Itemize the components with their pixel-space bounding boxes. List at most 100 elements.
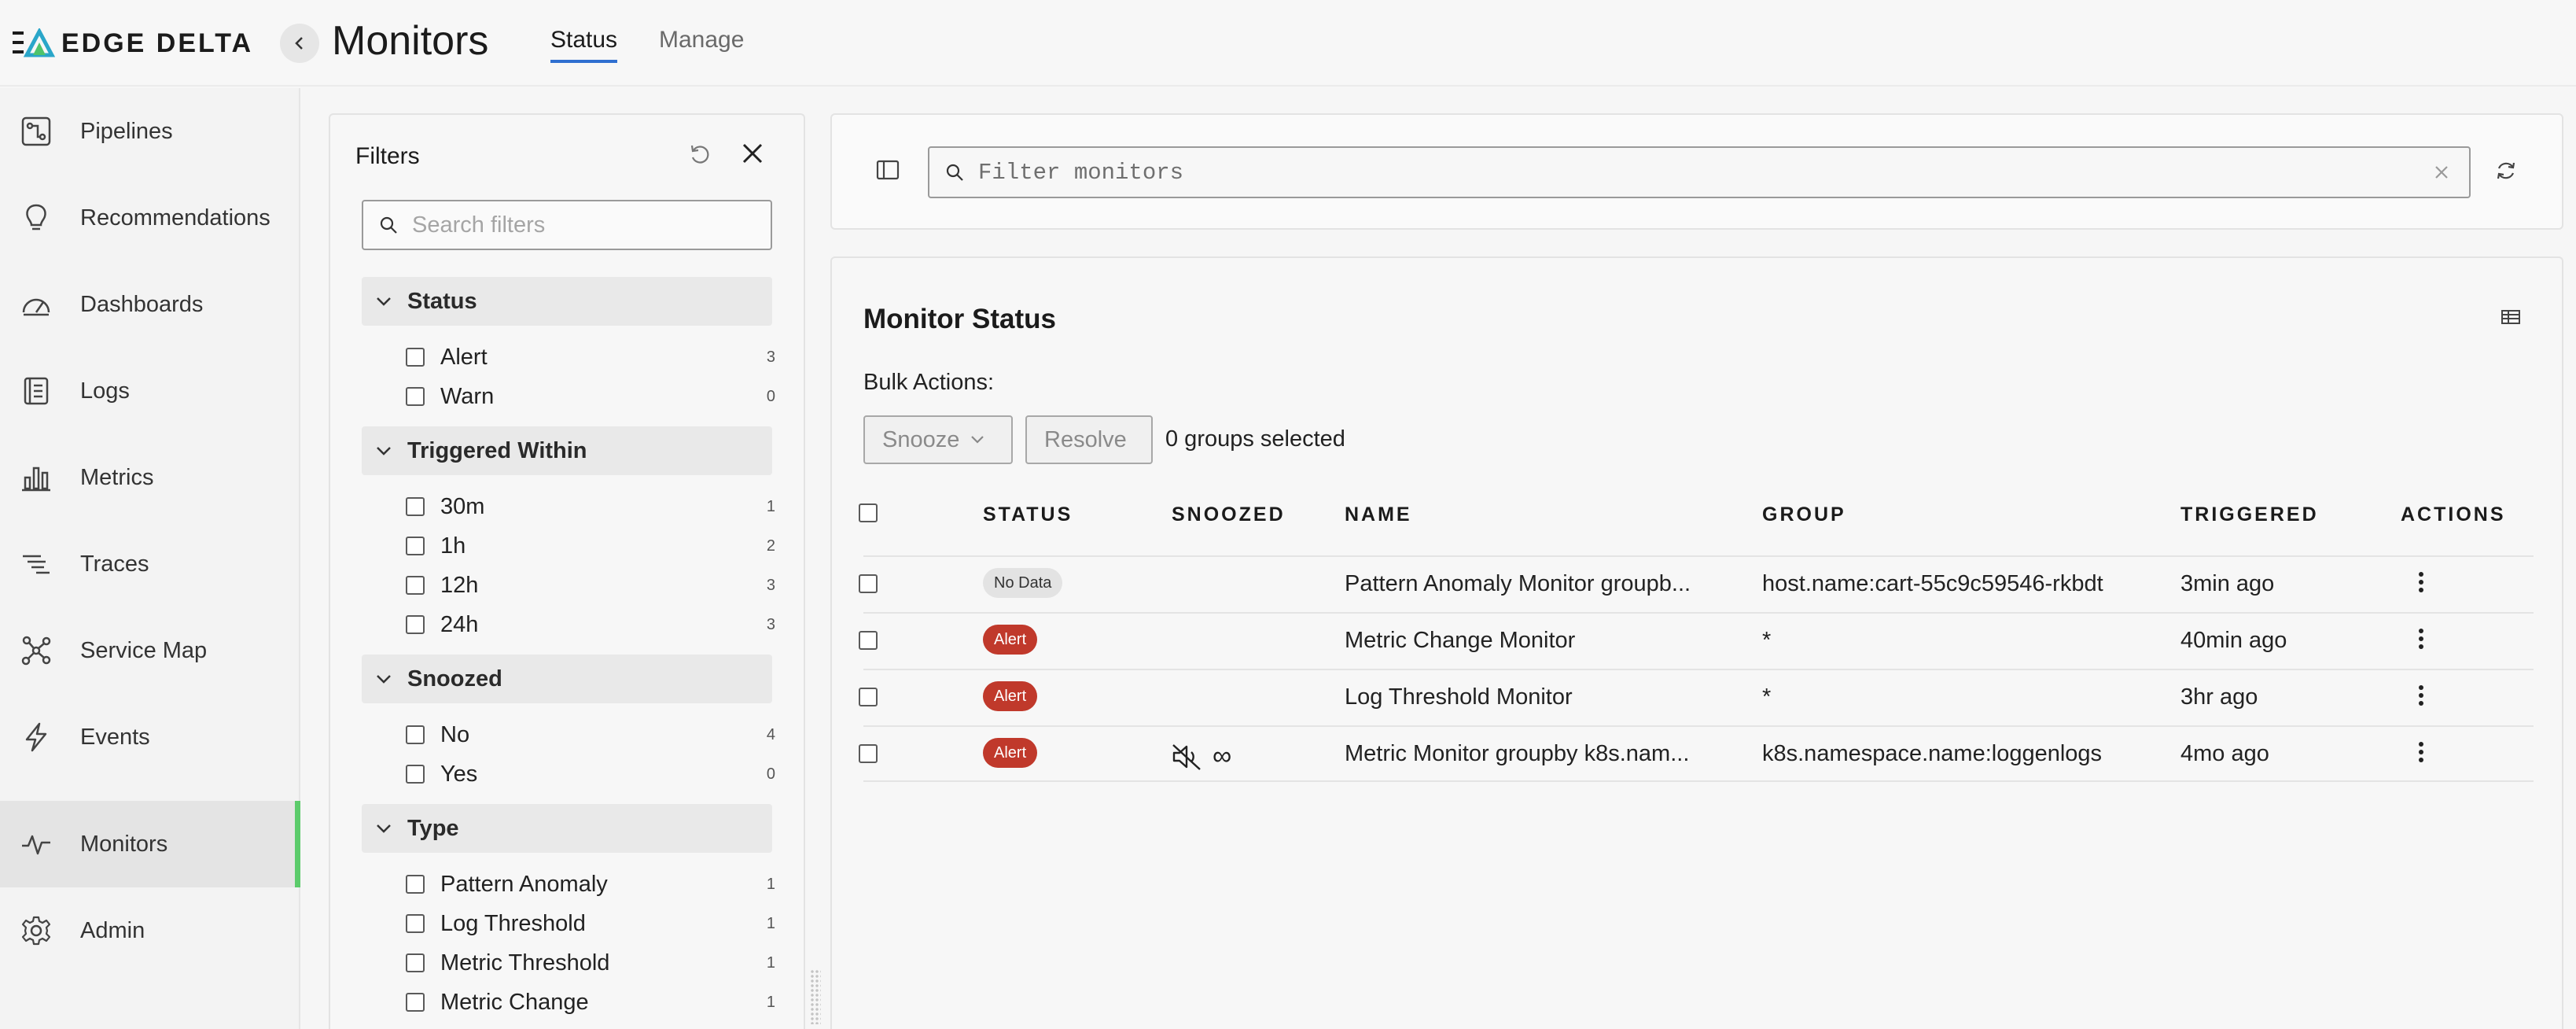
select-all-checkbox[interactable] (859, 503, 878, 522)
filter-group-snoozed[interactable]: Snoozed (362, 655, 772, 703)
monitor-name-link[interactable]: Metric Monitor groupby k8s.nam... (1345, 741, 1689, 767)
sidebar-item-recommendations[interactable]: Recommendations (0, 175, 300, 261)
status-badge: No Data (983, 568, 1063, 598)
filter-option-pattern-anomaly[interactable]: Pattern Anomaly 1 (406, 865, 775, 903)
clear-icon[interactable] (2431, 162, 2452, 186)
collapse-sidebar-button[interactable] (280, 24, 319, 63)
resolve-button[interactable]: Resolve (1025, 415, 1153, 464)
resize-handle[interactable] (810, 969, 821, 1024)
filter-option-metric-change[interactable]: Metric Change 1 (406, 983, 775, 1021)
row-checkbox[interactable] (859, 631, 878, 650)
column-header-status[interactable]: STATUS (983, 503, 1073, 526)
edge-delta-logo[interactable]: EDGE DELTA (13, 24, 253, 63)
filter-option-yes[interactable]: Yes 0 (406, 755, 775, 793)
filter-option-count: 3 (766, 615, 775, 633)
sidebar-item-label: Recommendations (80, 205, 270, 231)
search-filters-field[interactable] (362, 200, 772, 250)
filter-option-label: Pattern Anomaly (440, 871, 608, 897)
tab-status[interactable]: Status (550, 27, 618, 63)
column-settings-icon[interactable] (2501, 308, 2521, 330)
filter-option-label: Yes (440, 761, 478, 787)
column-header-triggered[interactable]: TRIGGERED (2180, 503, 2319, 526)
filter-group-triggered-within[interactable]: Triggered Within (362, 426, 772, 475)
sidebar-item-monitors[interactable]: Monitors (0, 801, 300, 887)
table-row[interactable]: Alert Metric Change Monitor * 40min ago (859, 612, 2534, 669)
table-row[interactable]: No Data Pattern Anomaly Monitor groupb..… (859, 555, 2534, 612)
row-checkbox[interactable] (859, 744, 878, 763)
sidebar-item-metrics[interactable]: Metrics (0, 434, 300, 521)
filter-option-no[interactable]: No 4 (406, 716, 775, 754)
filter-group-type[interactable]: Type (362, 804, 772, 853)
snooze-button-label: Snooze (882, 426, 960, 452)
checkbox[interactable] (406, 576, 425, 595)
filter-option-count: 0 (766, 765, 775, 783)
sidebar-item-dashboards[interactable]: Dashboards (0, 261, 300, 348)
sidebar-item-events[interactable]: Events (0, 694, 300, 780)
filter-option-24h[interactable]: 24h 3 (406, 606, 775, 644)
filter-group-title: Type (407, 815, 459, 841)
search-icon (946, 164, 963, 181)
table-row[interactable]: Alert Log Threshold Monitor * 3hr ago (859, 669, 2534, 725)
monitor-name-link[interactable]: Pattern Anomaly Monitor groupb... (1345, 571, 1691, 597)
search-filters-input[interactable] (412, 212, 742, 238)
filter-option-warn[interactable]: Warn 0 (406, 378, 775, 415)
sidebar-item-label: Service Map (80, 637, 208, 663)
filter-option-label: 24h (440, 611, 479, 637)
monitor-toolbar (830, 113, 2563, 230)
filter-option-metric-threshold[interactable]: Metric Threshold 1 (406, 944, 775, 982)
chevron-down-icon (377, 297, 391, 306)
checkbox[interactable] (406, 993, 425, 1012)
snooze-button[interactable]: Snooze (863, 415, 1013, 464)
sidebar-item-pipelines[interactable]: Pipelines (0, 88, 300, 175)
row-checkbox[interactable] (859, 688, 878, 706)
filter-option-count: 3 (766, 576, 775, 594)
group-value: host.name:cart-55c9c59546-rkbdt (1762, 571, 2103, 596)
row-checkbox[interactable] (859, 574, 878, 593)
monitor-name-link[interactable]: Metric Change Monitor (1345, 628, 1575, 654)
checkbox[interactable] (406, 615, 425, 634)
checkbox[interactable] (406, 387, 425, 406)
chevron-down-icon (971, 436, 984, 444)
sidebar: Pipelines Recommendations Dashboards Log… (0, 88, 300, 1029)
refresh-icon[interactable] (2494, 159, 2518, 186)
filter-group-status[interactable]: Status (362, 277, 772, 326)
checkbox[interactable] (406, 537, 425, 555)
checkbox[interactable] (406, 953, 425, 972)
column-header-group[interactable]: GROUP (1762, 503, 1846, 526)
more-actions-icon[interactable] (2417, 683, 2425, 712)
filter-option-label: Log Threshold (440, 910, 586, 936)
checkbox[interactable] (406, 914, 425, 933)
table-row[interactable]: Alert ∞ Metric Monitor groupby k8s.nam..… (859, 725, 2534, 782)
sidebar-item-traces[interactable]: Traces (0, 521, 300, 607)
checkbox[interactable] (406, 725, 425, 744)
sidebar-panel-toggle-icon[interactable] (876, 159, 900, 185)
filter-monitors-field[interactable] (928, 146, 2471, 198)
reset-filters-icon[interactable] (687, 142, 712, 171)
checkbox[interactable] (406, 765, 425, 784)
more-actions-icon[interactable] (2417, 626, 2425, 655)
checkbox[interactable] (406, 875, 425, 894)
checkbox[interactable] (406, 348, 425, 367)
sidebar-item-logs[interactable]: Logs (0, 348, 300, 434)
more-actions-icon[interactable] (2417, 739, 2425, 769)
filter-option-alert[interactable]: Alert 3 (406, 338, 775, 376)
checkbox[interactable] (406, 497, 425, 516)
brand-name: EDGE DELTA (61, 28, 254, 58)
filter-option-log-threshold[interactable]: Log Threshold 1 (406, 905, 775, 942)
tab-manage[interactable]: Manage (659, 27, 744, 60)
monitor-name-link[interactable]: Log Threshold Monitor (1345, 684, 1573, 710)
filter-option-count: 1 (766, 875, 775, 893)
filter-monitors-input[interactable] (978, 159, 2394, 186)
sidebar-item-admin[interactable]: Admin (0, 887, 300, 974)
sidebar-item-service-map[interactable]: Service Map (0, 607, 300, 694)
close-filters-icon[interactable] (739, 140, 766, 171)
filter-option-1h[interactable]: 1h 2 (406, 527, 775, 565)
column-header-name[interactable]: NAME (1345, 503, 1412, 526)
pipelines-icon (19, 114, 53, 149)
filter-option-12h[interactable]: 12h 3 (406, 566, 775, 604)
filter-option-30m[interactable]: 30m 1 (406, 488, 775, 526)
more-actions-icon[interactable] (2417, 570, 2425, 599)
gauge-icon (19, 287, 53, 322)
column-header-snoozed[interactable]: SNOOZED (1172, 503, 1286, 526)
filters-panel: Filters Status Alert 3 Warn 0 Triggered … (329, 113, 805, 1029)
